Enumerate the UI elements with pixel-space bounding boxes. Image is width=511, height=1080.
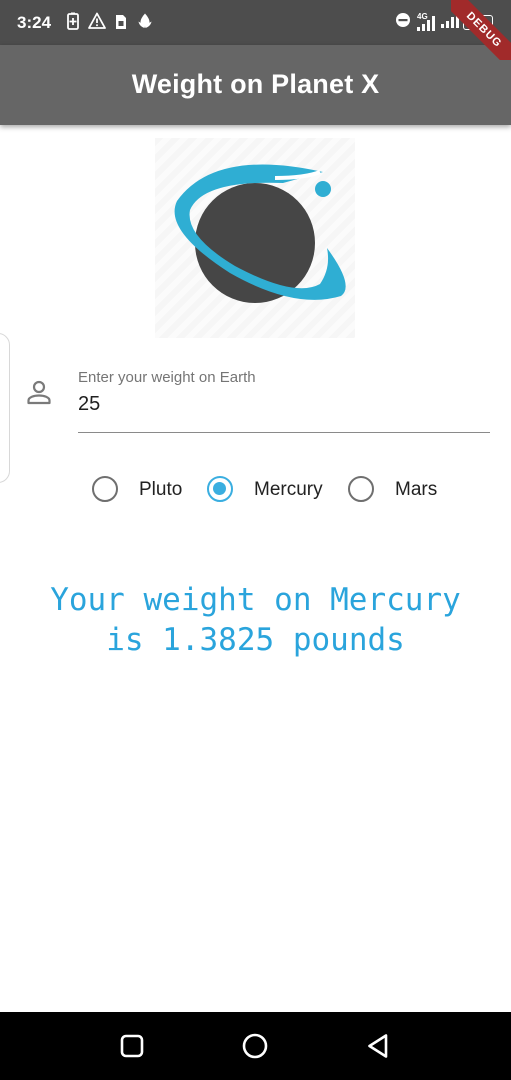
weight-field-label: Enter your weight on Earth [78, 369, 256, 386]
warning-icon [88, 12, 106, 35]
weight-input[interactable]: 25 [78, 393, 100, 416]
drawer-edge-card[interactable] [0, 333, 10, 483]
radio-label-mercury[interactable]: Mercury [254, 479, 323, 501]
radio-pluto[interactable] [92, 476, 118, 502]
radio-label-mars[interactable]: Mars [395, 479, 437, 501]
app-notification-icon [136, 12, 154, 35]
debug-banner: DEBUG [451, 0, 511, 60]
recents-square-icon[interactable] [118, 1032, 146, 1060]
radio-label-pluto[interactable]: Pluto [139, 479, 182, 501]
status-icons-left [64, 12, 154, 35]
signal-icon: 4G [415, 11, 435, 32]
radio-mercury[interactable] [207, 476, 233, 502]
sim-icon [112, 12, 130, 35]
battery-saver-icon [64, 12, 82, 35]
weight-input-underline [78, 432, 490, 433]
planet-icon [174, 164, 346, 303]
status-bar: 3:24 4G 91 [0, 0, 511, 45]
app-bar: Weight on Planet X [0, 45, 511, 125]
result-line-2: is 1.3825 pounds [106, 622, 405, 658]
system-nav-bar [0, 1012, 511, 1080]
planet-logo [155, 138, 355, 338]
network-type: 4G [417, 11, 428, 21]
back-triangle-icon[interactable] [365, 1032, 393, 1060]
radio-mars[interactable] [348, 476, 374, 502]
debug-ribbon: DEBUG [451, 0, 511, 60]
home-circle-icon[interactable] [241, 1032, 269, 1060]
person-icon [25, 378, 53, 406]
result-text: Your weight on Mercury is 1.3825 pounds [0, 580, 511, 660]
do-not-disturb-icon [395, 12, 411, 33]
planet-radio-group: Pluto Mercury Mars [0, 476, 511, 504]
app-title: Weight on Planet X [131, 69, 380, 99]
result-line-1: Your weight on Mercury [50, 582, 461, 618]
status-time: 3:24 [17, 13, 52, 32]
